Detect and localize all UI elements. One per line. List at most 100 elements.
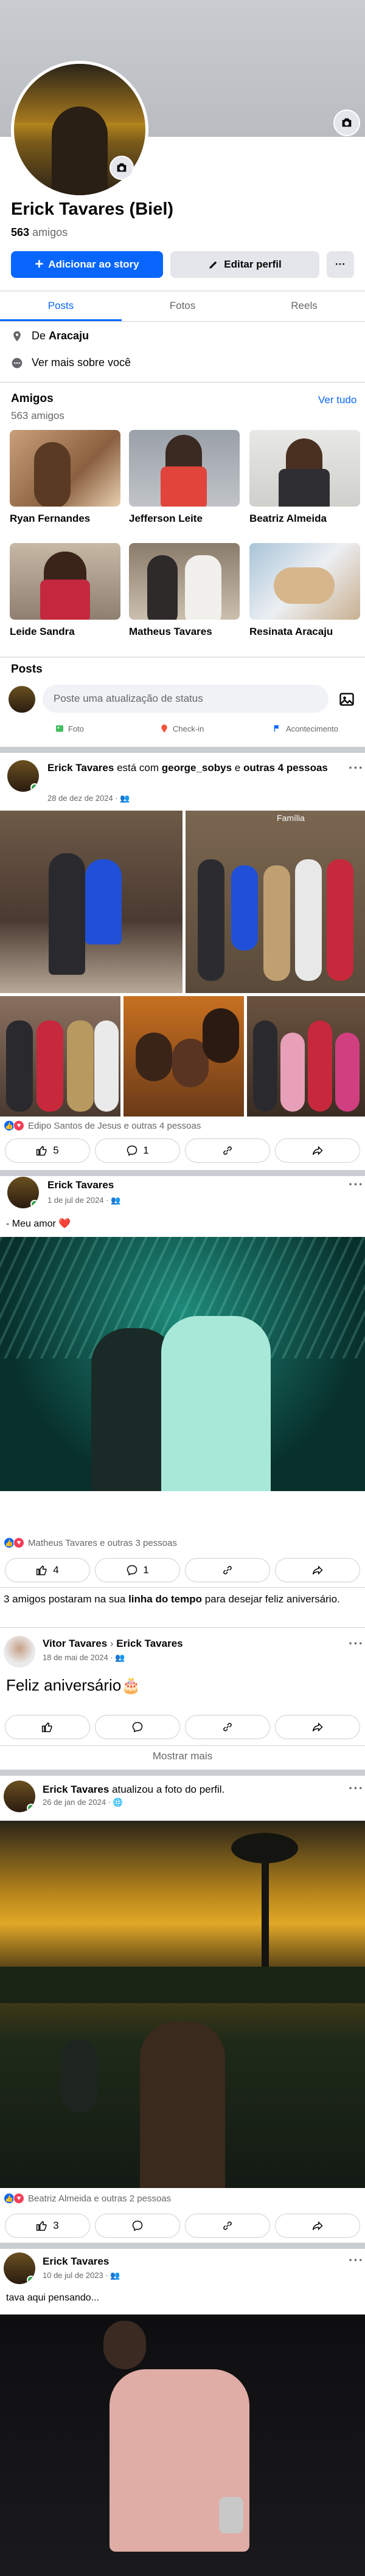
post-author-avatar[interactable] bbox=[7, 760, 39, 792]
post-reactions[interactable]: 👍 ♥ Beatriz Almeida e outras 2 pessoas bbox=[4, 2193, 171, 2204]
image-icon bbox=[339, 693, 354, 706]
like-icon bbox=[36, 1146, 47, 1156]
post-title: Vitor Tavares › Erick Tavares bbox=[43, 1637, 183, 1650]
tab-reels[interactable]: Reels bbox=[243, 292, 365, 321]
post-author-avatar[interactable] bbox=[7, 1177, 39, 1208]
post-photo[interactable] bbox=[123, 996, 244, 1117]
comment-button[interactable]: 1 bbox=[95, 1138, 180, 1163]
show-more-link[interactable]: Mostrar mais bbox=[0, 1750, 365, 1762]
share-icon bbox=[312, 2221, 323, 2231]
comment-button[interactable] bbox=[95, 1715, 180, 1739]
post-more-button[interactable]: ··· bbox=[349, 1636, 364, 1652]
post-photo[interactable] bbox=[0, 2315, 365, 2576]
post-date[interactable]: 26 de jan de 2024 · 🌐 bbox=[43, 1798, 123, 1807]
post-author-name[interactable]: Erick Tavares bbox=[43, 1784, 109, 1795]
post-title: Erick Tavares está com george_sobys e ou… bbox=[47, 761, 346, 775]
post-author-name[interactable]: Vitor Tavares bbox=[43, 1638, 107, 1649]
timeline-link[interactable]: linha do tempo bbox=[128, 1593, 202, 1605]
action-photo[interactable]: Foto bbox=[55, 724, 84, 733]
post-date[interactable]: 28 de dez de 2024 · 👥 bbox=[47, 794, 130, 803]
event-icon bbox=[274, 725, 279, 732]
copy-link-button[interactable] bbox=[185, 1715, 270, 1739]
post-reactions[interactable]: 👍 ♥ Matheus Tavares e outras 3 pessoas bbox=[4, 1537, 177, 1548]
edit-profile-button[interactable]: Editar perfil bbox=[170, 251, 319, 278]
tagged-others[interactable]: outras 4 pessoas bbox=[243, 762, 328, 774]
friend-card[interactable]: Leide Sandra bbox=[10, 543, 120, 638]
friend-card[interactable]: Matheus Tavares bbox=[129, 543, 240, 638]
reactions-text: Matheus Tavares e outras 3 pessoas bbox=[28, 1537, 177, 1548]
comment-button[interactable] bbox=[95, 2214, 180, 2238]
post-target-name[interactable]: Erick Tavares bbox=[116, 1638, 182, 1649]
share-button[interactable] bbox=[275, 1715, 360, 1739]
copy-link-button[interactable] bbox=[185, 2214, 270, 2238]
friend-photo bbox=[249, 430, 360, 507]
post-author-name[interactable]: Erick Tavares bbox=[47, 762, 114, 774]
friends-count-suffix: amigos bbox=[32, 226, 68, 238]
share-button[interactable] bbox=[275, 1558, 360, 1582]
friends-see-all[interactable]: Ver tudo bbox=[318, 394, 356, 406]
copy-link-icon bbox=[223, 1146, 232, 1155]
reactions-text: Beatriz Almeida e outras 2 pessoas bbox=[28, 2193, 172, 2204]
comment-button[interactable]: 1 bbox=[95, 1558, 180, 1582]
plus-icon: + bbox=[35, 256, 44, 272]
like-count: 3 bbox=[53, 2220, 59, 2231]
share-button[interactable] bbox=[275, 2214, 360, 2238]
composer-photo-button[interactable] bbox=[338, 691, 355, 711]
post-author-name[interactable]: Erick Tavares bbox=[47, 1179, 114, 1191]
like-button[interactable]: 3 bbox=[5, 2214, 90, 2238]
composer-avatar bbox=[9, 686, 35, 713]
comment-icon bbox=[127, 1565, 137, 1576]
post-photo[interactable] bbox=[0, 1237, 365, 1491]
tab-photos[interactable]: Fotos bbox=[122, 292, 243, 321]
about-from-row: De Aracaju bbox=[11, 330, 89, 342]
friend-card[interactable]: Ryan Fernandes bbox=[10, 430, 120, 525]
copy-link-button[interactable] bbox=[185, 1138, 270, 1163]
copy-link-button[interactable] bbox=[185, 1558, 270, 1582]
post-text: tava aqui pensando... bbox=[6, 2293, 100, 2303]
profile-camera-button[interactable] bbox=[109, 156, 134, 180]
post-more-button[interactable]: ··· bbox=[349, 1177, 364, 1193]
post-date-text: 26 de jan de 2024 · bbox=[43, 1798, 111, 1807]
post-author-name[interactable]: Erick Tavares bbox=[43, 2256, 109, 2267]
post-author-avatar[interactable] bbox=[4, 1636, 35, 1667]
tab-posts[interactable]: Posts bbox=[0, 292, 122, 321]
post-author-avatar[interactable] bbox=[4, 1781, 35, 1812]
post-date-text: 18 de mai de 2024 · bbox=[43, 1653, 113, 1662]
post-more-button[interactable]: ··· bbox=[349, 2252, 364, 2268]
post-reactions[interactable]: 👍 ♥ Edipo Santos de Jesus e outras 4 pess… bbox=[4, 1120, 201, 1131]
friend-card[interactable]: Beatriz Almeida bbox=[249, 430, 360, 525]
like-button[interactable]: 5 bbox=[5, 1138, 90, 1163]
action-checkin[interactable]: Check-in bbox=[159, 724, 204, 733]
action-event[interactable]: Acontecimento bbox=[273, 724, 338, 733]
like-icon bbox=[36, 1565, 47, 1576]
post-date[interactable]: 10 de jul de 2023 · 👥 bbox=[43, 2271, 120, 2280]
birthday-note: 3 amigos postaram na sua linha do tempo … bbox=[4, 1592, 356, 1607]
post-photo[interactable] bbox=[0, 1821, 365, 2188]
post-date[interactable]: 1 de jul de 2024 · 👥 bbox=[47, 1196, 120, 1205]
cover-camera-button[interactable] bbox=[333, 109, 360, 136]
friend-photo bbox=[10, 543, 120, 620]
friend-card[interactable]: Jefferson Leite bbox=[129, 430, 240, 525]
about-see-more-row[interactable]: Ver mais sobre você bbox=[11, 356, 131, 369]
post-more-button[interactable]: ··· bbox=[349, 1781, 364, 1796]
post-photo[interactable] bbox=[0, 811, 182, 993]
post-photo[interactable]: Família bbox=[186, 811, 365, 993]
add-story-button[interactable]: + Adicionar ao story bbox=[11, 251, 163, 278]
profile-more-button[interactable]: ··· bbox=[327, 251, 354, 278]
more-info-icon bbox=[12, 358, 23, 368]
status-composer-input[interactable]: Poste uma atualização de status bbox=[43, 685, 328, 713]
post-author-avatar[interactable] bbox=[4, 2252, 35, 2284]
post-more-button[interactable]: ··· bbox=[349, 760, 364, 776]
like-button[interactable] bbox=[5, 1715, 90, 1739]
friends-count[interactable]: 563 amigos bbox=[11, 226, 68, 239]
post-date[interactable]: 18 de mai de 2024 · 👥 bbox=[43, 1653, 125, 1663]
share-button[interactable] bbox=[275, 1138, 360, 1163]
about-see-more-label: Ver mais sobre você bbox=[32, 356, 131, 369]
friend-card[interactable]: Resinata Aracaju bbox=[249, 543, 360, 638]
post-photo[interactable] bbox=[0, 996, 120, 1117]
friend-photo bbox=[129, 430, 240, 507]
post-photo[interactable] bbox=[247, 996, 365, 1117]
tagged-user[interactable]: george_sobys bbox=[162, 762, 232, 774]
friends-count-number: 563 bbox=[11, 226, 30, 238]
like-button[interactable]: 4 bbox=[5, 1558, 90, 1582]
